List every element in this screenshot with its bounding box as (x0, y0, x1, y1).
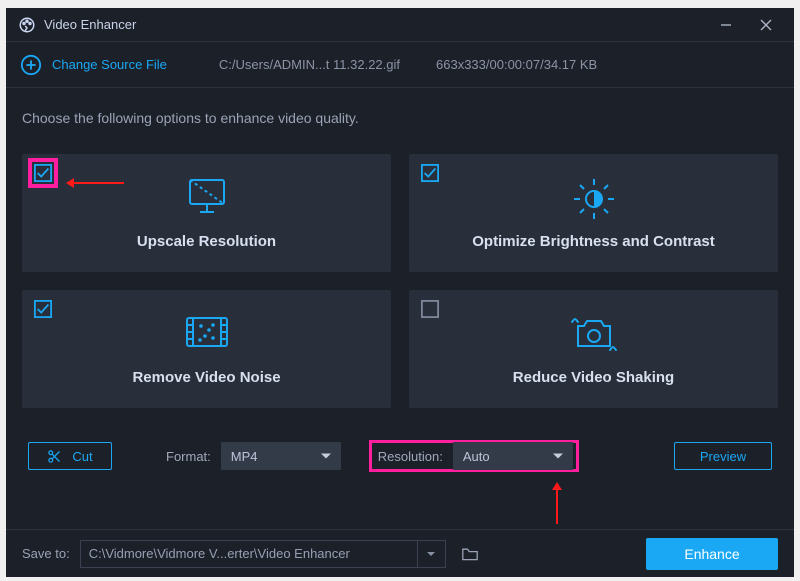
save-path-input[interactable]: C:\Vidmore\Vidmore V...erter\Video Enhan… (80, 540, 418, 568)
preview-label: Preview (700, 449, 746, 464)
titlebar: Video Enhancer (6, 8, 794, 42)
cut-label: Cut (72, 449, 92, 464)
annotation-arrow (556, 488, 558, 524)
save-path-dropdown[interactable] (418, 540, 446, 568)
option-upscale-resolution[interactable]: Upscale Resolution (22, 154, 391, 272)
option-remove-noise[interactable]: Remove Video Noise (22, 290, 391, 408)
instruction-text: Choose the following options to enhance … (22, 110, 778, 126)
checkbox-icon[interactable] (34, 164, 52, 182)
change-source-label: Change Source File (52, 57, 167, 72)
checkbox-icon[interactable] (421, 300, 439, 318)
options-grid: Upscale Resolution Optimize Brightness a… (22, 154, 778, 408)
option-label: Remove Video Noise (22, 369, 391, 386)
format-label: Format: (166, 449, 211, 464)
annotation-highlight-resolution: Resolution: Auto (369, 440, 579, 472)
checkbox-icon[interactable] (421, 164, 439, 182)
preview-button[interactable]: Preview (674, 442, 772, 470)
source-file-meta: 663x333/00:00:07/34.17 KB (436, 57, 597, 72)
plus-circle-icon (20, 54, 42, 76)
chevron-down-icon (427, 552, 435, 556)
resolution-label: Resolution: (378, 449, 443, 464)
palette-icon (18, 16, 36, 34)
enhance-button[interactable]: Enhance (646, 538, 778, 570)
folder-icon (460, 546, 480, 562)
option-optimize-brightness[interactable]: Optimize Brightness and Contrast (409, 154, 778, 272)
brightness-icon (571, 176, 617, 222)
checkbox-icon[interactable] (34, 300, 52, 318)
option-label: Upscale Resolution (22, 233, 391, 250)
footer: Save to: C:\Vidmore\Vidmore V...erter\Vi… (6, 529, 794, 577)
resolution-select[interactable]: Auto (453, 442, 573, 470)
open-folder-button[interactable] (460, 546, 480, 562)
chevron-down-icon (553, 454, 563, 459)
film-noise-icon (183, 312, 231, 352)
format-value: MP4 (231, 449, 258, 464)
chevron-down-icon (321, 454, 331, 459)
resolution-value: Auto (463, 449, 490, 464)
enhance-label: Enhance (684, 546, 739, 562)
format-select[interactable]: MP4 (221, 442, 341, 470)
window-title: Video Enhancer (44, 17, 136, 32)
controls-row: Cut Format: MP4 Resolution: Auto Preview (22, 438, 778, 474)
option-reduce-shaking[interactable]: Reduce Video Shaking (409, 290, 778, 408)
monitor-upscale-icon (184, 176, 230, 218)
minimize-button[interactable] (706, 10, 746, 40)
toolbar: Change Source File C:/Users/ADMIN...t 11… (6, 42, 794, 88)
option-label: Optimize Brightness and Contrast (409, 233, 778, 250)
save-path-value: C:\Vidmore\Vidmore V...erter\Video Enhan… (89, 546, 350, 561)
camera-shake-icon (568, 312, 620, 356)
option-label: Reduce Video Shaking (409, 369, 778, 386)
close-button[interactable] (746, 10, 786, 40)
change-source-button[interactable]: Change Source File (20, 54, 167, 76)
scissors-icon (47, 449, 62, 464)
source-file-path: C:/Users/ADMIN...t 11.32.22.gif (219, 57, 400, 72)
save-to-label: Save to: (22, 546, 70, 561)
cut-button[interactable]: Cut (28, 442, 112, 470)
